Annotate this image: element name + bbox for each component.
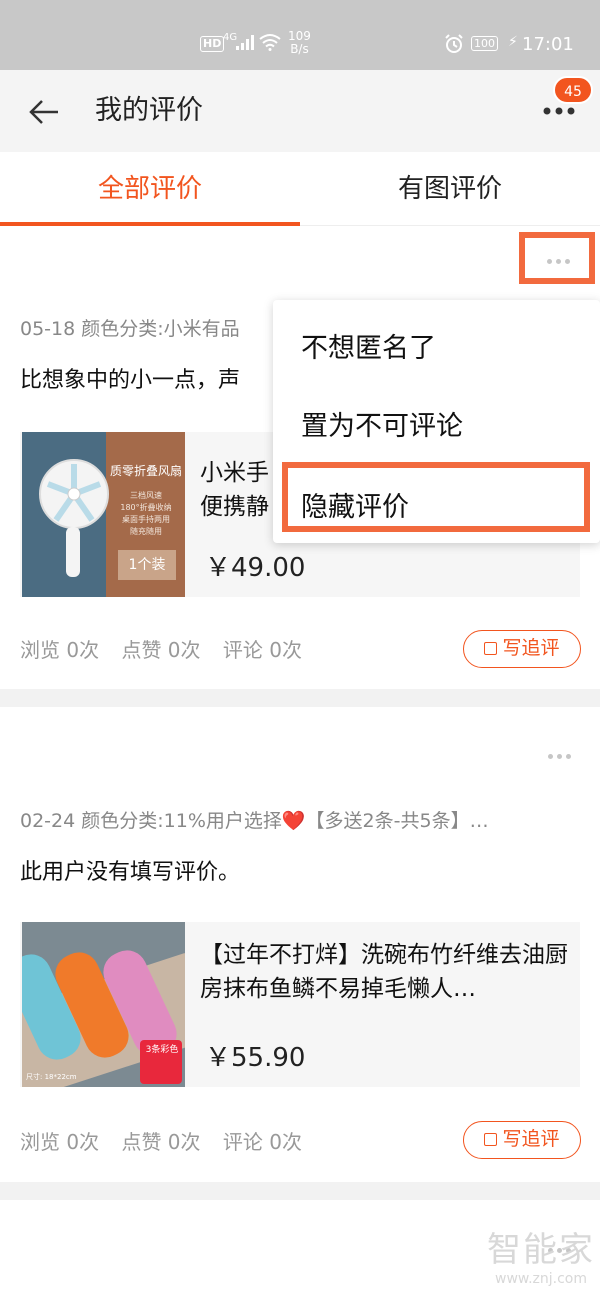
more-dots-icon (547, 249, 579, 264)
product-image-qty: 1个装 (118, 550, 176, 580)
product-price: ￥55.90 (205, 1043, 306, 1073)
product-image-title: 质零折叠风扇 (109, 464, 182, 478)
edit-icon (484, 642, 498, 655)
review-more-button[interactable] (548, 744, 580, 759)
notification-badge: 45 (553, 76, 593, 104)
product-image: 质零折叠风扇 三档风速 180°折叠收纳 桌面手持两用 随充随用 1个装 (22, 432, 185, 597)
signal-icon (236, 35, 254, 50)
write-followup-button[interactable]: 写追评 (463, 630, 581, 668)
review-stats: 浏览 0次 点赞 0次 评论 0次 (20, 1126, 318, 1155)
tab-photo-reviews[interactable]: 有图评价 (300, 152, 600, 226)
tab-bar: 全部评价 有图评价 (0, 152, 600, 226)
clock: 17:01 (522, 34, 574, 55)
edit-icon (484, 1133, 498, 1146)
product-image-tag: 3条彩色 (145, 1045, 179, 1055)
hd-indicator: HD (200, 36, 225, 52)
status-bar: HD 4G 109 B/s 100 ⚡ 17:01 (0, 0, 600, 70)
cloth-image (22, 922, 185, 1087)
card-divider (0, 689, 600, 707)
menu-item-disable-comments[interactable]: 置为不可评论 (301, 404, 463, 443)
product-card[interactable]: 3条彩色 尺寸: 18*22cm 【过年不打烊】洗碗布竹纤维去油厨房抹布鱼鳞不易… (20, 922, 580, 1087)
charging-icon: ⚡ (508, 34, 518, 50)
product-image-size: 尺寸: 18*22cm (26, 1073, 77, 1081)
write-followup-button[interactable]: 写追评 (463, 1121, 581, 1159)
tab-all-reviews[interactable]: 全部评价 (0, 152, 300, 226)
product-image-features: 三档风速 180°折叠收纳 桌面手持两用 随充随用 (120, 491, 172, 536)
product-price: ￥49.00 (205, 553, 306, 583)
likes-count: 点赞 0次 (121, 638, 201, 662)
network-speed: 109 B/s (288, 29, 311, 56)
review-stats: 浏览 0次 点赞 0次 评论 0次 (20, 634, 318, 663)
watermark-title: 智能家 (487, 1230, 595, 1270)
review-text: 此用户没有填写评价。 (20, 860, 241, 885)
review-more-button-highlighted[interactable] (519, 232, 595, 284)
product-name: 【过年不打烊】洗碗布竹纤维去油厨房抹布鱼鳞不易掉毛懒人… (200, 942, 568, 1002)
views-count: 浏览 0次 (20, 638, 100, 662)
app-header: 我的评价 45 (0, 70, 600, 152)
watermark-url: www.znj.com (495, 1271, 587, 1287)
comments-count: 评论 0次 (222, 1130, 302, 1154)
views-count: 浏览 0次 (20, 1130, 100, 1154)
review-meta: 05-18 颜色分类:小米有品 (20, 318, 240, 340)
watermark: 智能家 www.znj.com (487, 1230, 595, 1288)
back-arrow-icon[interactable] (24, 92, 64, 132)
network-type: 4G (223, 32, 238, 43)
menu-item-not-anonymous[interactable]: 不想匿名了 (301, 326, 436, 365)
battery-level: 100 (471, 36, 498, 51)
product-image: 3条彩色 尺寸: 18*22cm (22, 922, 185, 1087)
comments-count: 评论 0次 (222, 638, 302, 662)
hide-review-highlight (282, 462, 590, 532)
review-text: 比想象中的小一点，声 (20, 368, 241, 393)
alarm-icon (445, 34, 463, 53)
card-divider (0, 1182, 600, 1200)
wifi-icon (259, 34, 281, 51)
page-title: 我的评价 (95, 95, 203, 126)
review-meta: 02-24 颜色分类:11%用户选择❤️【多送2条-共5条】… (20, 810, 489, 832)
likes-count: 点赞 0次 (121, 1130, 201, 1154)
